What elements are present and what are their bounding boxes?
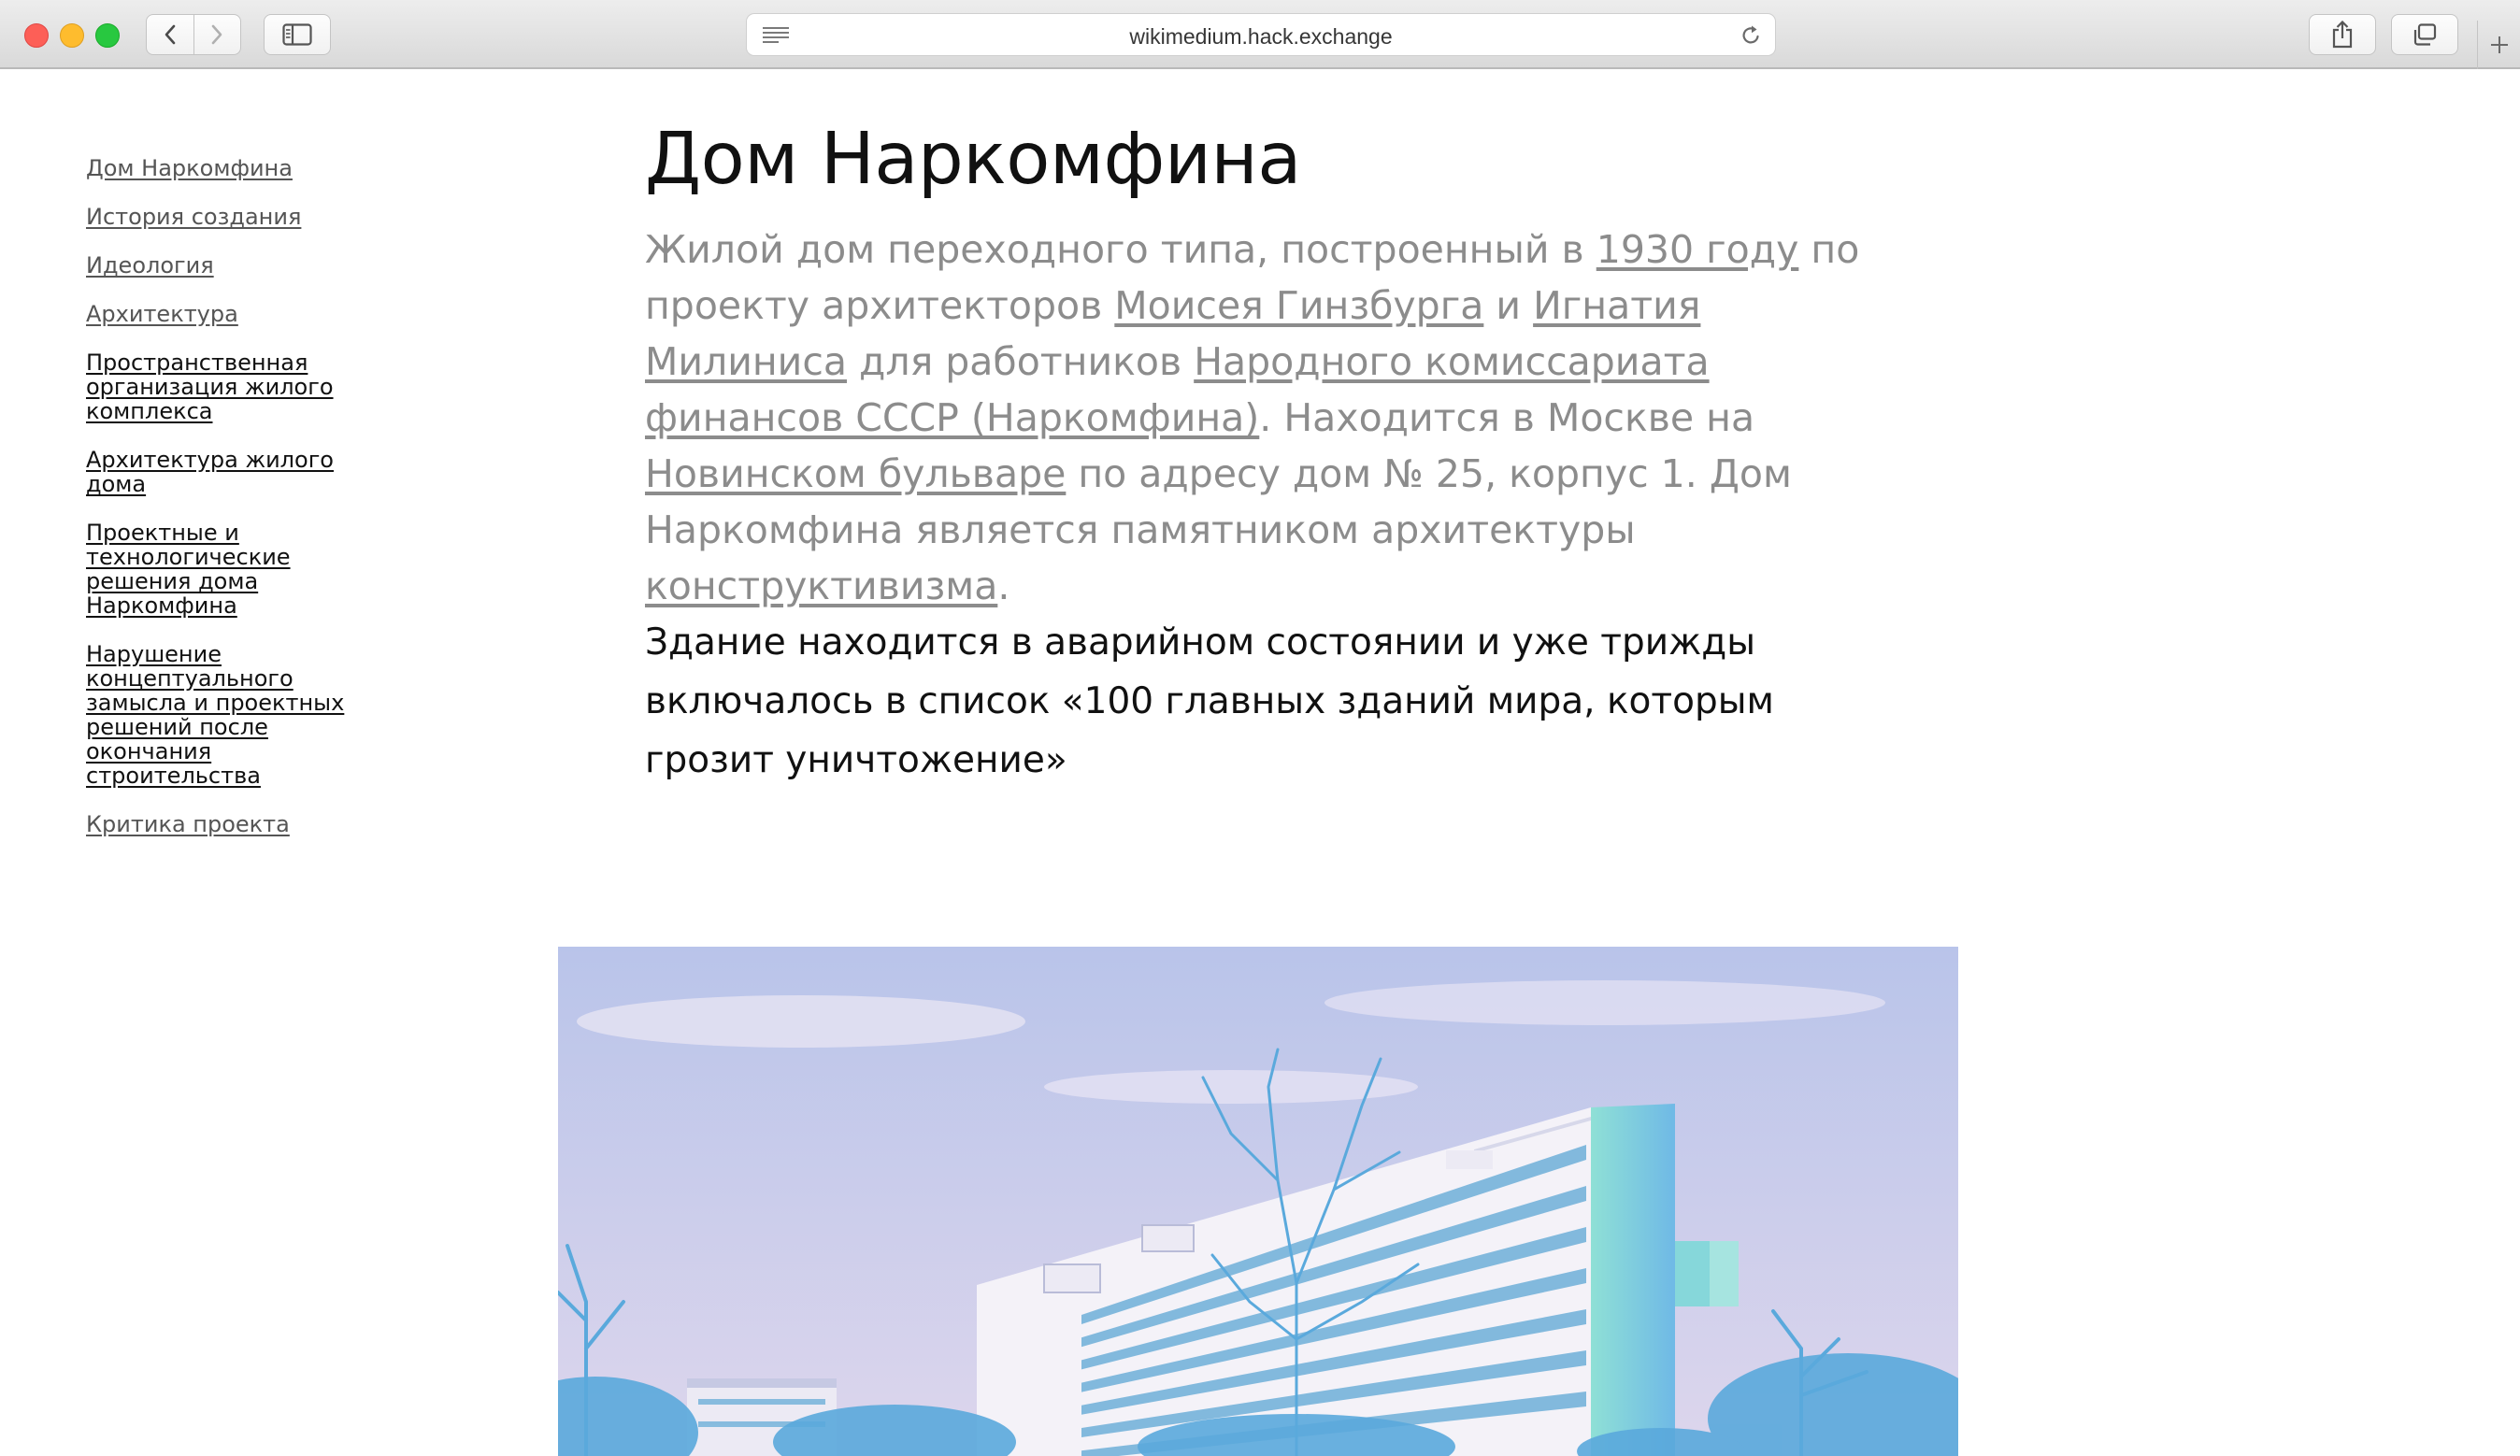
toc-item: Архитектура [86,302,366,326]
sidebar-toggle-button[interactable] [264,14,331,55]
sidebar-icon [282,23,312,46]
toc-item: История создания [86,205,366,229]
share-button[interactable] [2309,14,2376,55]
share-icon [2332,21,2353,49]
address-bar[interactable]: wikimedium.hack.exchange [746,13,1776,56]
lead-text: для работников [847,339,1195,384]
article-lead: Жилой дом переходного типа, построенный … [645,221,1897,614]
lead-text: и [1483,283,1534,328]
link-constructivism[interactable]: конструктивизма [645,564,997,608]
forward-icon [211,24,222,45]
browser-toolbar: wikimedium.hack.exchange [0,0,2520,69]
toc-link-history[interactable]: История создания [86,204,301,230]
building-photo [558,947,1958,1456]
toc-item: Проектные и технологические решения дома… [86,521,366,618]
toc-item: Нарушение концептуального замысла и прое… [86,642,366,788]
toc-item: Дом Наркомфина [86,156,366,180]
article-quote: Здание находится в аварийном состоянии и… [645,621,1774,781]
toc-link-criticism[interactable]: Критика проекта [86,811,290,837]
reload-icon[interactable] [1740,24,1762,47]
toc-link-spatial-organization[interactable]: Пространственная организация жилого комп… [86,350,334,424]
lead-text: . Находится в Москве на [1259,395,1755,440]
lead-text: Жилой дом переходного типа, построенный … [645,227,1596,272]
minimize-window-button[interactable] [60,23,84,48]
plus-icon [2490,36,2508,53]
link-1930-year[interactable]: 1930 году [1596,227,1799,272]
back-button[interactable] [147,15,193,54]
url-text: wikimedium.hack.exchange [1129,24,1393,49]
table-of-contents: Дом Наркомфина История создания Идеологи… [86,156,366,861]
toc-link-design-solutions[interactable]: Проектные и технологические решения дома… [86,520,291,619]
toc-item: Критика проекта [86,812,366,836]
toc-link-house-architecture[interactable]: Архитектура жилого дома [86,447,334,497]
close-window-button[interactable] [24,23,49,48]
toc-item: Архитектура жилого дома [86,448,366,496]
forward-button[interactable] [193,15,241,54]
page-title: Дом Наркомфина [645,118,1301,201]
toc-link-concept-violation[interactable]: Нарушение концептуального замысла и прое… [86,641,344,789]
toc-item: Идеология [86,253,366,278]
show-tabs-button[interactable] [2391,14,2458,55]
link-novinsky-boulevard[interactable]: Новинском бульваре [645,451,1066,496]
toc-link-ideology[interactable]: Идеология [86,252,214,278]
building-illustration [558,947,1958,1456]
toc-item: Пространственная организация жилого комп… [86,350,366,423]
lead-text: . [997,564,1010,608]
toc-link-dom-narkomfina[interactable]: Дом Наркомфина [86,155,293,181]
link-ginzburg[interactable]: Моисея Гинзбурга [1114,283,1483,328]
toc-link-architecture[interactable]: Архитектура [86,301,238,327]
zoom-window-button[interactable] [95,23,120,48]
history-navigation [146,14,241,55]
back-icon [165,24,176,45]
tabs-icon [2413,23,2437,46]
new-tab-button[interactable] [2477,21,2520,69]
